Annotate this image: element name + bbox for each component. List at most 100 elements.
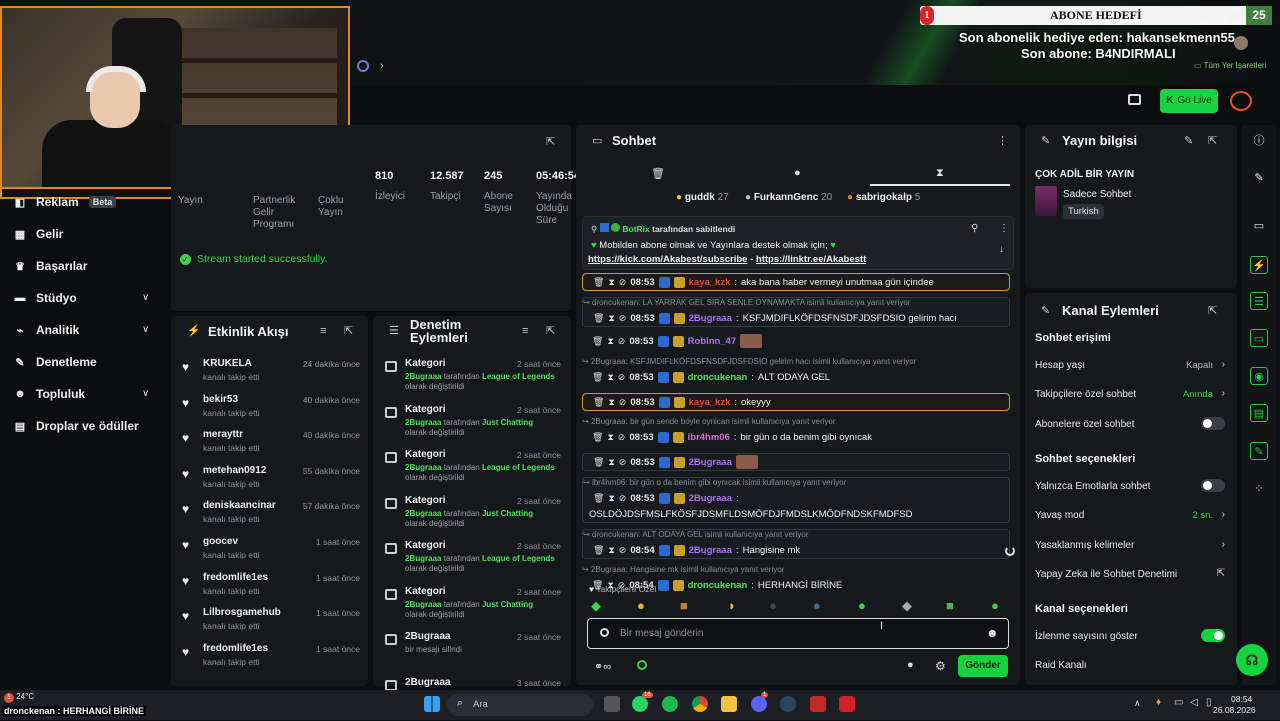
chat-message[interactable]: ↪ ibr4hm06: bir gün o da benim gibi oynı… xyxy=(582,477,1010,523)
chat-message[interactable]: ↪ droncukenan: ALT ODAYA GEL isimli kull… xyxy=(582,529,1010,559)
nav-item-studyo[interactable]: ▬ Stüdyo xyxy=(14,291,77,305)
emote-8[interactable]: ◆ xyxy=(902,598,912,614)
emote-4[interactable]: ◗ xyxy=(728,598,736,613)
chat-username[interactable]: ibr4hm06 xyxy=(688,432,730,443)
app-icon-red[interactable] xyxy=(810,696,826,712)
tray-mic-icon[interactable]: ♦ xyxy=(1156,697,1161,708)
moderation-item[interactable]: Kategori 2Bugraaa tarafından Just Chattin… xyxy=(383,404,563,448)
nav-item-denetleme[interactable]: ✎ Denetleme xyxy=(14,355,96,369)
window-maximize-button[interactable]: ⧉ xyxy=(1218,8,1248,26)
ban-icon[interactable]: ⊘ xyxy=(619,457,627,468)
moderation-item[interactable]: Kategori 2Bugraaa tarafından League of Le… xyxy=(383,358,563,402)
top-gifter-2[interactable]: ● FurkannGenc 20 xyxy=(745,192,832,203)
emote-only-row[interactable]: Yalnızca Emotlarla sohbet xyxy=(1035,479,1225,492)
help-button[interactable]: ☊ xyxy=(1236,644,1268,676)
link-icon[interactable]: ⚭∞ xyxy=(594,660,611,673)
nav-item-topluluk[interactable]: ☻ Topluluk xyxy=(14,387,85,401)
top-gifter-3[interactable]: ● sabrigokalp 5 xyxy=(847,192,920,203)
collapse-icon[interactable]: ↓ xyxy=(999,244,1004,255)
emote-1[interactable]: ◆ xyxy=(591,598,601,614)
account-age-row[interactable]: Hesap yaşı Kapalı › xyxy=(1035,359,1225,371)
apps-icon[interactable]: ⁘ xyxy=(1250,480,1268,498)
activity-item[interactable]: ♥ fredomlife1es kanalı takip etti 1 saat ön… xyxy=(180,643,362,673)
subscribe-link[interactable]: https://kick.com/Akabest/subscribe xyxy=(588,254,747,265)
forward-icon[interactable]: › xyxy=(380,60,384,72)
chat-username[interactable]: 2Bugraaa xyxy=(689,313,732,324)
hourglass-icon[interactable]: ⧗ xyxy=(936,167,944,180)
explorer-icon[interactable] xyxy=(721,696,737,712)
filter-icon[interactable]: ≡ xyxy=(320,325,326,337)
hourglass-icon[interactable]: ⧗ xyxy=(607,372,613,383)
activity-item[interactable]: ♥ Lilbrosgamehub kanalı takip etti 1 saat ö… xyxy=(180,607,362,637)
pencil-icon[interactable]: ✎ xyxy=(1250,169,1268,187)
ban-icon[interactable]: ⊘ xyxy=(619,277,627,288)
go-live-button[interactable]: K Go Live xyxy=(1160,89,1218,113)
moderation-item[interactable]: Kategori 2Bugraaa tarafından League of Le… xyxy=(383,540,563,584)
tray-chevron-icon[interactable]: ∧ xyxy=(1134,698,1141,709)
ban-icon[interactable]: ⊘ xyxy=(619,545,627,556)
subs-chat-row[interactable]: Abonelere özel sohbet xyxy=(1035,417,1225,430)
spotify-icon[interactable] xyxy=(662,696,678,712)
message-icon[interactable]: ● xyxy=(794,167,801,179)
chat-username[interactable]: kaya_kzk xyxy=(689,397,731,408)
bot-icon[interactable] xyxy=(637,660,647,670)
more-options-icon[interactable]: ⋮ xyxy=(997,134,1008,147)
emote-3[interactable]: ■ xyxy=(680,598,688,613)
info-icon[interactable]: ⓘ xyxy=(1250,132,1268,150)
chat-message[interactable]: 🗑 ⧗ ⊘ 08:53 kaya_kzk: okeyyy xyxy=(582,393,1010,411)
activity-item[interactable]: ♥ metehan0912 kanalı takip etti 55 dakika ö… xyxy=(180,465,362,495)
moderation-item[interactable]: Kategori 2Bugraaa tarafından League of Le… xyxy=(383,449,563,493)
activity-item[interactable]: ♥ bekir53 kanalı takip etti 40 dakika önce xyxy=(180,394,362,424)
task-view-icon[interactable] xyxy=(604,696,620,712)
activity-item[interactable]: ♥ fredomlife1es kanalı takip etti 1 saat ön… xyxy=(180,572,362,602)
discord-icon[interactable] xyxy=(751,696,767,712)
chat-message[interactable]: 🗑 ⧗ ⊘ 08:53 2Bugraaa xyxy=(582,453,1010,471)
ai-moderation-row[interactable]: Yapay Zeka ile Sohbet Denetimi ⇱ xyxy=(1035,568,1225,580)
broadcast-icon[interactable]: ◉ xyxy=(1250,367,1268,385)
weather-widget[interactable]: 1 24°C xyxy=(4,692,34,703)
send-button[interactable]: Gönder xyxy=(958,655,1008,677)
trash-icon[interactable]: 🗑 xyxy=(592,336,603,347)
ban-icon[interactable]: ⊘ xyxy=(619,313,627,324)
chevron-down-icon[interactable]: ∨ xyxy=(142,324,149,335)
ban-icon[interactable]: ⊘ xyxy=(618,372,626,383)
whatsapp-icon[interactable] xyxy=(632,696,648,712)
chat-message[interactable]: ↪ 2Bugraaa: KSFJMDIFLKÖFDSFNSDFJDSFDSIO … xyxy=(582,357,1010,387)
chat-username[interactable]: droncukenan xyxy=(688,372,748,383)
top-gifter-1[interactable]: ● guddk 27 xyxy=(676,192,729,203)
windows-start-icon[interactable] xyxy=(424,696,440,712)
banned-words-row[interactable]: Yasaklanmış kelimeler › xyxy=(1035,539,1225,551)
app-icon-bolt[interactable] xyxy=(839,696,855,712)
raid-channel-row[interactable]: Raid Kanalı xyxy=(1035,660,1225,671)
chat-message[interactable]: ↪ 2Bugraaa: bir gün sende böyle oynican … xyxy=(582,417,1010,447)
hourglass-icon[interactable]: ⧗ xyxy=(608,493,614,504)
trash-icon[interactable]: 🗑 xyxy=(593,457,604,468)
tray-volume-icon[interactable]: ◁ xyxy=(1190,697,1198,708)
hourglass-icon[interactable]: ⧗ xyxy=(607,432,613,443)
nav-item-analitik[interactable]: ⌁ Analitik xyxy=(14,323,80,337)
moderation-item[interactable]: Kategori 2Bugraaa tarafından Just Chattin… xyxy=(383,495,563,539)
expand-icon[interactable]: ⇱ xyxy=(344,324,353,337)
wrench-icon[interactable]: ✎ xyxy=(1250,442,1268,460)
user-menu-icon[interactable] xyxy=(1230,91,1252,111)
hourglass-icon[interactable]: ⧗ xyxy=(608,277,614,288)
hourglass-icon[interactable]: ⧗ xyxy=(607,336,613,347)
settings-gear-icon[interactable]: ⚙ xyxy=(935,659,946,673)
emote-5[interactable]: ● xyxy=(769,598,777,613)
tray-battery-icon[interactable]: ▯ xyxy=(1206,697,1212,708)
hourglass-icon[interactable]: ⧗ xyxy=(608,545,614,556)
chrome-icon[interactable] xyxy=(692,696,708,712)
expand-icon[interactable]: ⇱ xyxy=(1208,304,1217,317)
show-viewers-toggle[interactable] xyxy=(1201,629,1225,642)
emoji-icon[interactable]: ☻ xyxy=(986,626,999,640)
trash-icon[interactable]: 🗑 xyxy=(593,313,604,324)
filter-icon[interactable]: ≡ xyxy=(522,325,528,337)
chat-message[interactable]: ↪ droncukenan: LA YARRAK GEL SIRA SENLE … xyxy=(582,297,1010,327)
chat-bubble-icon[interactable]: ▭ xyxy=(1250,329,1268,347)
chat-message-icon[interactable]: ● xyxy=(907,659,914,671)
expand-icon[interactable]: ⇱ xyxy=(1208,134,1217,147)
pinned-more-icon[interactable]: ⋮ xyxy=(999,223,1009,234)
expand-icon[interactable]: ⇱ xyxy=(546,135,555,148)
activity-item[interactable]: ♥ deniskaancinar kanalı takip etti 57 dakik… xyxy=(180,500,362,530)
activity-item[interactable]: ♥ goocev kanalı takip etti 1 saat önce xyxy=(180,536,362,566)
